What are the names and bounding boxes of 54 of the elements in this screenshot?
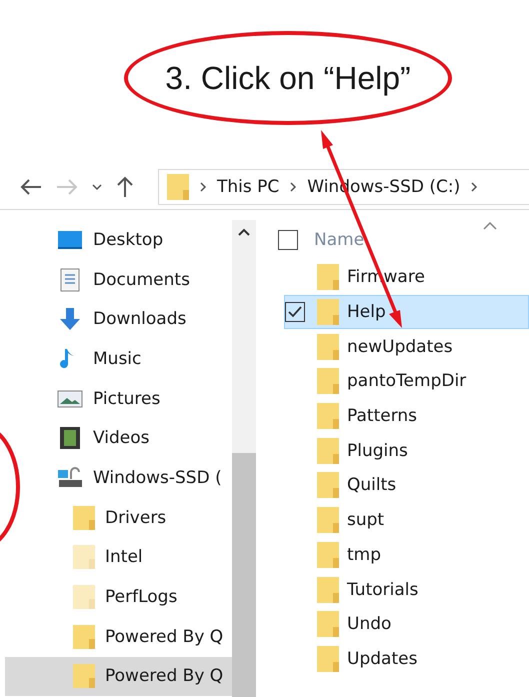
file-row[interactable]: Tutorials	[284, 572, 529, 607]
file-row[interactable]: Patterns	[284, 398, 529, 434]
caret-down-icon[interactable]	[92, 183, 102, 191]
folder-icon	[317, 611, 339, 638]
folder-icon	[317, 576, 339, 603]
folder-icon	[317, 646, 339, 672]
sidebar-item[interactable]: Music	[5, 339, 232, 379]
folder-icon	[317, 403, 339, 430]
select-all-checkbox[interactable]	[278, 230, 298, 250]
folder-icon	[317, 542, 339, 568]
sidebar-item[interactable]: Intel	[5, 538, 232, 578]
breadcrumb-item[interactable]: This PC	[217, 177, 280, 197]
sidebar-item[interactable]: Powered By Q	[5, 656, 232, 696]
sidebar-item[interactable]: Drivers	[5, 498, 232, 538]
file-row[interactable]: supt	[284, 502, 529, 538]
folder-icon	[73, 624, 95, 649]
file-row[interactable]: Quilts	[284, 468, 529, 503]
drive-icon	[57, 466, 83, 490]
folder-icon	[73, 506, 95, 530]
sidebar-item[interactable]: Desktop	[5, 220, 232, 260]
file-row[interactable]: newUpdates	[284, 329, 529, 364]
sidebar-item[interactable]: Pictures	[5, 378, 232, 418]
folder-icon	[73, 545, 95, 570]
folder-icon	[317, 334, 339, 360]
scrollbar-thumb[interactable]	[232, 453, 256, 697]
sidebar-item[interactable]: Videos	[5, 418, 232, 458]
sidebar-item[interactable]: Downloads	[5, 299, 232, 340]
folder-icon	[73, 585, 95, 610]
folder-icon	[317, 507, 339, 534]
file-row[interactable]: pantoTempDir	[284, 364, 529, 399]
sidebar-item[interactable]: PerfLogs	[5, 577, 232, 617]
folder-icon	[317, 264, 339, 290]
file-row[interactable]: Undo	[284, 606, 529, 642]
scrollbar[interactable]	[232, 220, 256, 697]
checkbox[interactable]	[285, 302, 305, 322]
sidebar-item[interactable]: Powered By Q	[5, 616, 232, 657]
folder-icon	[317, 368, 339, 394]
callout-text: 3. Click on “Help”	[165, 60, 411, 96]
sort-caret-icon	[483, 222, 497, 230]
folder-icon	[73, 664, 95, 688]
folder-icon	[317, 438, 339, 464]
scroll-up-icon[interactable]	[238, 228, 250, 236]
name-column-header[interactable]: Name	[314, 230, 364, 250]
file-row[interactable]: Plugins	[284, 433, 529, 468]
sidebar-item[interactable]: Windows-SSD (	[5, 458, 232, 498]
folder-icon	[317, 299, 339, 326]
sidebar-item[interactable]: Documents	[5, 260, 232, 300]
file-row[interactable]: Help	[284, 294, 529, 330]
download-arrow-icon	[57, 307, 83, 332]
folder-icon	[317, 472, 339, 498]
folder-icon	[167, 174, 189, 200]
file-row[interactable]: Updates	[284, 642, 529, 676]
film-icon	[57, 426, 83, 450]
file-row[interactable]: tmp	[284, 538, 529, 572]
